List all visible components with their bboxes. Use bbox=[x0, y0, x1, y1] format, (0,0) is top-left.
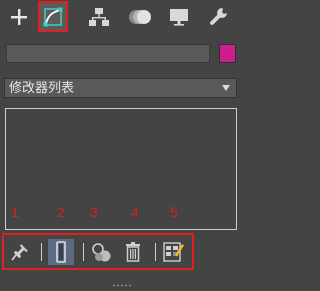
wrench-icon bbox=[210, 8, 227, 25]
toolbar-separator bbox=[83, 243, 84, 261]
hierarchy-icon bbox=[89, 8, 109, 26]
tab-hierarchy[interactable] bbox=[84, 3, 114, 31]
annotation-number: 1 bbox=[11, 204, 19, 220]
tab-motion[interactable] bbox=[126, 3, 156, 31]
configure-modifier-sets-icon bbox=[163, 242, 184, 262]
annotation-number: 2 bbox=[57, 204, 65, 220]
tab-modify[interactable] bbox=[38, 3, 68, 31]
annotation-number: 3 bbox=[90, 204, 98, 220]
plus-icon bbox=[11, 9, 27, 25]
object-name-field[interactable] bbox=[6, 44, 210, 63]
object-name-row bbox=[4, 41, 240, 63]
modifier-list-label: 修改器列表 bbox=[9, 81, 75, 96]
make-unique-icon bbox=[92, 243, 111, 262]
make-unique-button[interactable] bbox=[89, 239, 115, 265]
show-end-result-button[interactable] bbox=[48, 239, 74, 265]
object-color-swatch[interactable] bbox=[219, 44, 236, 63]
configure-modifier-sets-button[interactable] bbox=[161, 239, 187, 265]
motion-icon bbox=[129, 10, 151, 24]
modifier-list-dropdown[interactable]: 修改器列表 bbox=[4, 78, 237, 98]
tab-create[interactable] bbox=[4, 3, 34, 31]
modify-curve-icon bbox=[43, 7, 63, 27]
annotation-number: 4 bbox=[131, 204, 139, 220]
annotation-number: 5 bbox=[170, 204, 178, 220]
tab-display[interactable] bbox=[164, 3, 194, 31]
toolbar-separator bbox=[41, 243, 42, 261]
pin-stack-button[interactable] bbox=[7, 239, 33, 265]
tab-utilities[interactable] bbox=[204, 3, 234, 31]
display-monitor-icon bbox=[170, 9, 188, 26]
chevron-down-icon bbox=[222, 85, 230, 91]
modifier-stack-list[interactable] bbox=[5, 108, 237, 230]
remove-modifier-button[interactable] bbox=[120, 239, 146, 265]
show-end-result-icon bbox=[56, 241, 66, 263]
pin-stack-icon bbox=[11, 244, 28, 261]
toolbar-separator bbox=[155, 243, 156, 261]
command-panel-tabs bbox=[0, 0, 243, 36]
panel-resize-grip[interactable] bbox=[112, 284, 132, 287]
trash-icon bbox=[126, 242, 140, 262]
